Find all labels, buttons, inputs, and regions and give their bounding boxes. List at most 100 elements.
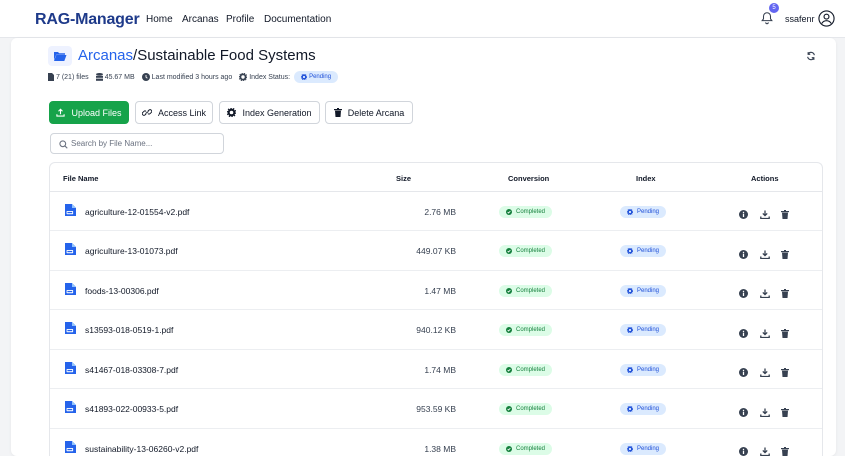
- file-name[interactable]: sustainability-13-06260-v2.pdf: [85, 444, 198, 454]
- check-circle-icon: [506, 445, 514, 452]
- pdf-file-icon: [65, 361, 76, 379]
- file-name[interactable]: foods-13-00306.pdf: [85, 286, 159, 296]
- file-size: 2.76 MB: [424, 206, 456, 217]
- check-circle-icon: [506, 406, 514, 412]
- file-name[interactable]: agriculture-13-01073.pdf: [85, 246, 178, 256]
- access-link-button[interactable]: Access Link: [135, 101, 213, 124]
- info-icon[interactable]: [739, 246, 748, 264]
- download-icon[interactable]: [760, 404, 770, 422]
- table-header: File Name Size Conversion Index Actions: [50, 163, 822, 192]
- user-circle-icon[interactable]: [818, 10, 835, 27]
- info-icon[interactable]: [739, 325, 748, 343]
- index-cell: Pending: [620, 429, 667, 456]
- column-header-actions: Actions: [751, 174, 779, 183]
- nav-link-home[interactable]: Home: [146, 14, 173, 25]
- gear-icon: [227, 108, 237, 117]
- index-status-badge: Pending: [620, 442, 667, 455]
- trash-icon[interactable]: [781, 404, 789, 422]
- index-status-badge: Pending: [620, 324, 667, 336]
- index-status-badge: Pending: [620, 363, 667, 376]
- index-status-badge: Pending: [620, 205, 667, 218]
- conversion-cell: Completed: [499, 429, 553, 456]
- index-cell: Pending: [620, 232, 667, 271]
- conversion-cell: Completed: [499, 232, 553, 271]
- info-icon[interactable]: [739, 404, 748, 422]
- files-table: File Name Size Conversion Index Actions …: [49, 162, 823, 456]
- check-circle-icon: [506, 248, 514, 254]
- file-name[interactable]: agriculture-12-01554-v2.pdf: [85, 207, 189, 217]
- info-icon[interactable]: [739, 364, 748, 382]
- trash-icon[interactable]: [781, 246, 789, 264]
- index-cell: Pending: [620, 390, 667, 429]
- table-row[interactable]: s41893-022-00933-5.pdf 953.59 KB Completed…: [50, 390, 822, 429]
- table-row[interactable]: s13593-018-0519-1.pdf 940.12 KB Completed P…: [50, 311, 822, 350]
- download-icon[interactable]: [760, 285, 770, 303]
- download-icon[interactable]: [760, 246, 770, 264]
- table-row[interactable]: agriculture-13-01073.pdf 449.07 KB Complet…: [50, 232, 822, 271]
- trash-icon[interactable]: [781, 364, 789, 382]
- trash-icon[interactable]: [781, 206, 789, 224]
- pdf-file-icon: [65, 321, 76, 339]
- upload-files-button[interactable]: Upload Files: [49, 101, 129, 124]
- table-row[interactable]: foods-13-00306.pdf 1.47 MB Completed Pendin…: [50, 271, 822, 310]
- column-header-size[interactable]: Size: [396, 174, 411, 183]
- status-badge: Pending: [294, 71, 339, 83]
- file-name[interactable]: s13593-018-0519-1.pdf: [85, 325, 173, 335]
- file-name-cell: s41467-018-03308-7.pdf: [65, 350, 178, 389]
- index-cell: Pending: [620, 311, 667, 350]
- meta-index-status: Index Status: Pending: [239, 71, 339, 83]
- conversion-status-badge: Completed: [499, 403, 553, 415]
- download-icon[interactable]: [760, 206, 770, 224]
- search-input[interactable]: [71, 136, 219, 151]
- check-circle-icon: [506, 327, 514, 333]
- refresh-icon[interactable]: [806, 51, 816, 61]
- column-header-index[interactable]: Index: [636, 174, 656, 183]
- check-circle-icon: [506, 366, 514, 373]
- index-status-badge: Pending: [620, 403, 667, 415]
- arcana-meta: 7 (21) files 45.67 MB Last modified 3 ho…: [48, 71, 345, 83]
- table-row[interactable]: s41467-018-03308-7.pdf 1.74 MB Completed Pe…: [50, 350, 822, 389]
- trash-icon[interactable]: [781, 325, 789, 343]
- file-icon: [48, 73, 54, 81]
- table-row[interactable]: sustainability-13-06260-v2.pdf 1.38 MB Com…: [50, 429, 822, 456]
- column-header-file-name[interactable]: File Name: [63, 174, 98, 183]
- pdf-file-icon: [65, 282, 76, 300]
- nav-link-arcanas[interactable]: Arcanas: [182, 14, 219, 25]
- gear-icon: [627, 406, 635, 412]
- trash-icon[interactable]: [781, 285, 789, 303]
- download-icon[interactable]: [760, 364, 770, 382]
- file-name-cell: s13593-018-0519-1.pdf: [65, 311, 173, 350]
- info-icon[interactable]: [739, 443, 748, 456]
- check-circle-icon: [506, 208, 514, 215]
- info-icon[interactable]: [739, 206, 748, 224]
- nav-link-profile[interactable]: Profile: [226, 14, 254, 25]
- trash-icon: [333, 108, 342, 117]
- download-icon[interactable]: [760, 325, 770, 343]
- brand-logo[interactable]: RAG-Manager: [35, 11, 140, 29]
- file-size: 449.07 KB: [416, 246, 456, 256]
- username[interactable]: ssafenr: [785, 14, 815, 24]
- gear-icon: [627, 248, 635, 254]
- file-size: 1.47 MB: [424, 285, 456, 296]
- table-row[interactable]: agriculture-12-01554-v2.pdf 2.76 MB Comple…: [50, 192, 822, 231]
- gear-icon: [627, 287, 635, 294]
- bell-icon[interactable]: [760, 11, 774, 25]
- conversion-cell: Completed: [499, 390, 553, 429]
- folder-badge: [48, 46, 72, 66]
- delete-arcana-button[interactable]: Delete Arcana: [325, 101, 413, 124]
- meta-size: 45.67 MB: [95, 73, 135, 81]
- file-name[interactable]: s41893-022-00933-5.pdf: [85, 404, 178, 414]
- file-name-cell: agriculture-12-01554-v2.pdf: [65, 192, 189, 231]
- index-cell: Pending: [620, 350, 667, 389]
- trash-icon[interactable]: [781, 443, 789, 456]
- conversion-status-badge: Completed: [499, 363, 553, 376]
- nav-link-documentation[interactable]: Documentation: [264, 14, 331, 25]
- search-box: [50, 133, 224, 154]
- conversion-cell: Completed: [499, 271, 553, 310]
- column-header-conversion[interactable]: Conversion: [508, 174, 549, 183]
- download-icon[interactable]: [760, 443, 770, 456]
- breadcrumb-arcanas[interactable]: Arcanas: [78, 47, 133, 64]
- file-name[interactable]: s41467-018-03308-7.pdf: [85, 365, 178, 375]
- info-icon[interactable]: [739, 285, 748, 303]
- index-generation-button[interactable]: Index Generation: [219, 101, 320, 124]
